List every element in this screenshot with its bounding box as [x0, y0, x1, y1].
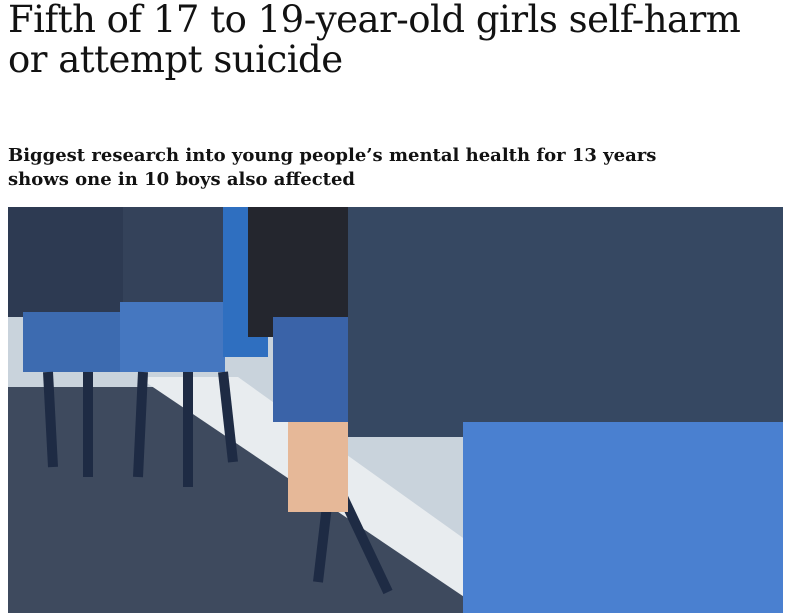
- article-photo: [8, 207, 783, 613]
- standfirst: Biggest research into young people’s men…: [8, 145, 657, 190]
- headline: Fifth of 17 to 19-year-old girls self-ha…: [8, 0, 741, 81]
